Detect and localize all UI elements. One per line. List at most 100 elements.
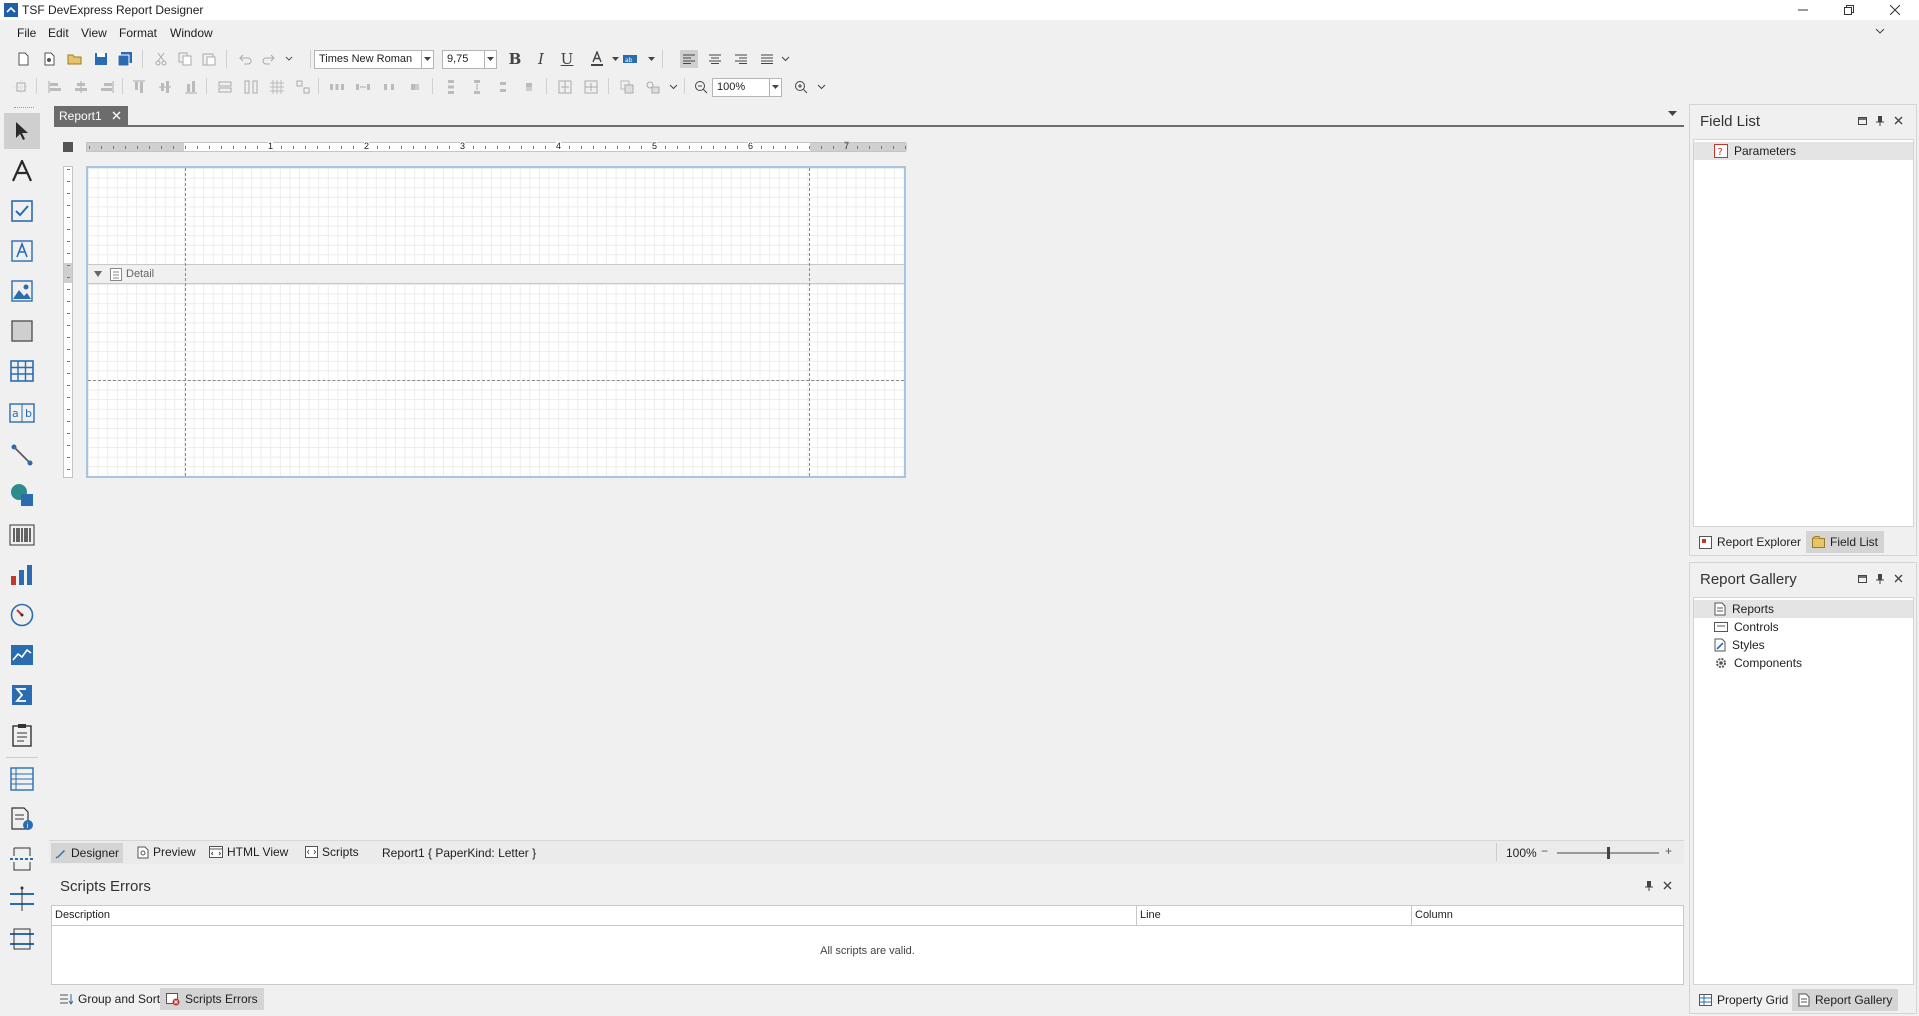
new-wizard-icon[interactable] xyxy=(40,50,58,68)
save-icon[interactable] xyxy=(92,50,110,68)
menu-file[interactable]: File xyxy=(17,26,36,40)
rich-text-tool-icon[interactable] xyxy=(4,233,40,269)
align-centers-icon[interactable] xyxy=(72,78,90,96)
close-panel-icon[interactable] xyxy=(1894,574,1903,583)
cut-icon[interactable] xyxy=(152,50,170,68)
minimize-button[interactable] xyxy=(1780,0,1826,20)
tree-item-controls[interactable]: Controls xyxy=(1694,618,1913,636)
column-header-column[interactable]: Column xyxy=(1412,906,1683,926)
ribbon-collapse-icon[interactable] xyxy=(1875,28,1885,34)
pointer-tool-icon[interactable] xyxy=(4,113,40,149)
align-center-icon[interactable] xyxy=(706,50,724,68)
page-info-tool-icon[interactable]: i xyxy=(4,801,40,837)
save-all-icon[interactable] xyxy=(116,50,134,68)
font-color-icon[interactable] xyxy=(588,50,606,68)
justify-icon[interactable] xyxy=(758,50,776,68)
align-bottoms-icon[interactable] xyxy=(182,78,200,96)
open-icon[interactable] xyxy=(66,50,84,68)
tab-designer[interactable]: Designer xyxy=(51,843,124,863)
paste-icon[interactable] xyxy=(200,50,218,68)
top-margin-band[interactable] xyxy=(88,168,904,264)
copy-icon[interactable] xyxy=(176,50,194,68)
menu-edit[interactable]: Edit xyxy=(48,26,69,40)
align-rights-icon[interactable] xyxy=(98,78,116,96)
justify-dropdown-icon[interactable] xyxy=(776,50,794,68)
gauge-tool-icon[interactable] xyxy=(4,597,40,633)
menu-window[interactable]: Window xyxy=(170,26,213,40)
font-name-combo[interactable]: Times New Roman xyxy=(314,50,434,69)
table-tool-icon[interactable] xyxy=(4,353,40,389)
v-spacing-decrease-icon[interactable] xyxy=(494,78,512,96)
restore-button[interactable] xyxy=(1826,0,1872,20)
back-color-dropdown-icon[interactable] xyxy=(642,50,660,68)
menu-format[interactable]: Format xyxy=(119,26,157,40)
h-spacing-decrease-icon[interactable] xyxy=(380,78,398,96)
report-page[interactable]: Detail xyxy=(86,166,906,478)
close-window-button[interactable] xyxy=(1872,0,1918,20)
same-width-icon[interactable] xyxy=(216,78,234,96)
checkbox-tool-icon[interactable] xyxy=(4,193,40,229)
tab-list-dropdown-icon[interactable] xyxy=(1668,111,1677,116)
same-height-icon[interactable] xyxy=(242,78,260,96)
chevron-down-icon[interactable] xyxy=(421,51,433,68)
picture-box-tool-icon[interactable] xyxy=(4,273,40,309)
field-list-tree[interactable]: ? Parameters xyxy=(1693,139,1914,527)
redo-icon[interactable] xyxy=(260,50,278,68)
character-comb-tool-icon[interactable]: ab xyxy=(4,395,40,431)
new-report-icon[interactable] xyxy=(14,50,32,68)
same-size-icon[interactable] xyxy=(294,78,312,96)
zoom-in-icon[interactable] xyxy=(792,78,810,96)
page-break-tool-icon[interactable] xyxy=(4,841,40,877)
tree-item-components[interactable]: Components xyxy=(1694,654,1913,672)
zoom-in-button[interactable]: + xyxy=(1665,844,1672,858)
summary-tool-icon[interactable] xyxy=(4,677,40,713)
align-lefts-icon[interactable] xyxy=(46,78,64,96)
h-spacing-remove-icon[interactable] xyxy=(406,78,424,96)
column-header-description[interactable]: Description xyxy=(52,906,1137,926)
back-color-icon[interactable]: ab xyxy=(622,50,640,68)
center-horizontally-icon[interactable] xyxy=(556,78,574,96)
tab-group-and-sort[interactable]: Group and Sort xyxy=(53,988,166,1010)
tab-preview[interactable]: Preview xyxy=(137,845,196,859)
column-header-line[interactable]: Line xyxy=(1137,906,1412,926)
zoom-out-icon[interactable] xyxy=(692,78,710,96)
align-left-icon[interactable] xyxy=(680,50,698,68)
tab-scripts-errors[interactable]: Scripts Errors xyxy=(160,988,264,1010)
tab-report-gallery[interactable]: Report Gallery xyxy=(1792,989,1899,1011)
maximize-panel-icon[interactable] xyxy=(1858,575,1867,583)
tab-property-grid[interactable]: Property Grid xyxy=(1693,989,1794,1011)
tab-scripts[interactable]: Scripts xyxy=(305,845,359,859)
clipboard-tool-icon[interactable] xyxy=(4,717,40,753)
close-panel-icon[interactable] xyxy=(1894,116,1903,125)
sparkline-tool-icon[interactable] xyxy=(4,637,40,673)
report-gallery-tree[interactable]: Reports Controls Styles Components xyxy=(1693,597,1914,985)
tree-item-reports[interactable]: Reports xyxy=(1694,600,1913,618)
pin-icon[interactable] xyxy=(1876,116,1884,126)
italic-icon[interactable]: I xyxy=(532,50,550,68)
chevron-down-icon[interactable] xyxy=(769,79,781,96)
size-to-grid-icon[interactable] xyxy=(268,78,286,96)
label-tool-icon[interactable] xyxy=(4,153,40,189)
zoom-track[interactable] xyxy=(1557,847,1659,859)
v-spacing-increase-icon[interactable] xyxy=(468,78,486,96)
zoom-thumb[interactable] xyxy=(1607,847,1610,859)
close-tab-icon[interactable] xyxy=(112,111,121,120)
cross-band-line-tool-icon[interactable] xyxy=(4,881,40,917)
redo-dropdown-icon[interactable] xyxy=(280,50,298,68)
order-dropdown-icon[interactable] xyxy=(664,78,682,96)
font-size-combo[interactable]: 9,75 xyxy=(442,50,497,69)
zoom-out-button[interactable]: − xyxy=(1541,844,1548,858)
detail-band-header[interactable]: Detail xyxy=(88,264,904,284)
center-vertically-icon[interactable] xyxy=(582,78,600,96)
table-of-contents-tool-icon[interactable] xyxy=(4,761,40,797)
v-spacing-equal-icon[interactable] xyxy=(442,78,460,96)
align-middles-icon[interactable] xyxy=(156,78,174,96)
undo-icon[interactable] xyxy=(236,50,254,68)
h-spacing-increase-icon[interactable] xyxy=(354,78,372,96)
tab-report-explorer[interactable]: Report Explorer xyxy=(1693,531,1807,553)
tree-item-parameters[interactable]: ? Parameters xyxy=(1694,142,1913,160)
send-to-back-icon[interactable] xyxy=(644,78,662,96)
barcode-tool-icon[interactable] xyxy=(4,517,40,553)
chevron-down-icon[interactable] xyxy=(484,51,496,68)
align-tops-icon[interactable] xyxy=(130,78,148,96)
